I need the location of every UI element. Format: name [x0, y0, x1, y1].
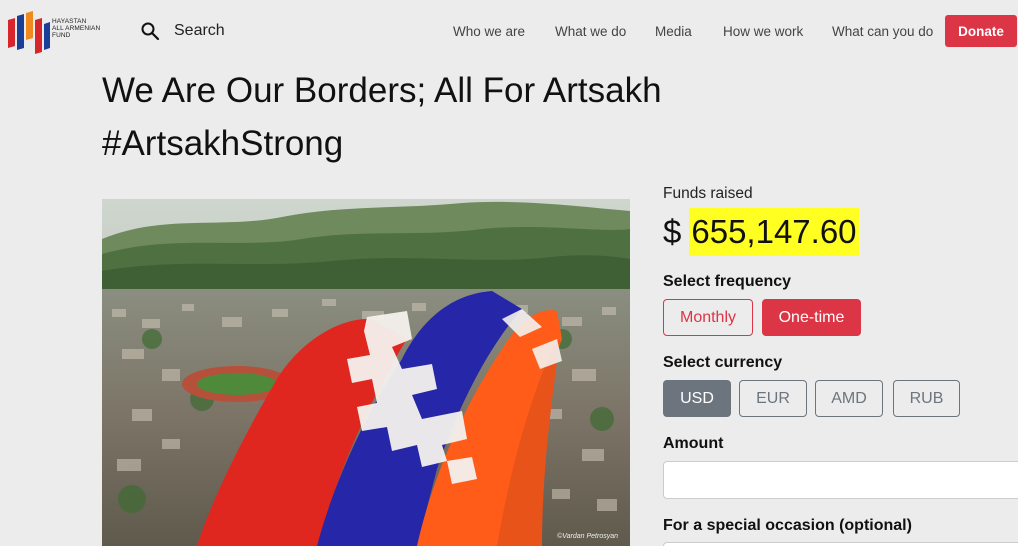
currency-eur-button[interactable]: EUR — [739, 380, 807, 417]
currency-usd-button[interactable]: USD — [663, 380, 731, 417]
nav-what-can-you-do[interactable]: What can you do — [832, 24, 933, 39]
currency-rub-button[interactable]: RUB — [893, 380, 960, 417]
logo-text-line: ALL ARMENIAN — [52, 25, 101, 32]
hayastan-fund-logo[interactable]: HAYASTAN ALL ARMENIAN FUND — [6, 8, 116, 54]
currency-label: Select currency — [663, 354, 783, 371]
special-occasion-field[interactable] — [663, 542, 1018, 546]
search-label: Search — [174, 22, 225, 39]
currency-amd-button[interactable]: AMD — [815, 380, 883, 417]
special-occasion-label: For a special occasion (optional) — [663, 517, 912, 534]
page-title: We Are Our Borders; All For Artsakh #Art… — [102, 64, 702, 170]
funds-raised-row: $ 655,147.60 — [663, 207, 859, 257]
nav-media[interactable]: Media — [655, 24, 692, 39]
donate-button[interactable]: Donate — [945, 15, 1017, 47]
funds-raised-label: Funds raised — [663, 185, 753, 202]
page-title-line: We Are Our Borders; All For Artsakh — [102, 71, 662, 110]
amount-input[interactable] — [663, 461, 1018, 499]
currency-symbol: $ — [663, 213, 682, 250]
nav-who-we-are[interactable]: Who we are — [453, 24, 525, 39]
photo-credit: ©Vardan Petrosyan — [557, 533, 618, 540]
frequency-monthly-button[interactable]: Monthly — [663, 299, 753, 336]
hero-image: ©Vardan Petrosyan — [102, 199, 630, 546]
frequency-one-time-button[interactable]: One-time — [762, 299, 861, 336]
frequency-label: Select frequency — [663, 273, 792, 290]
search-button[interactable]: Search — [140, 19, 225, 43]
amount-label: Amount — [663, 435, 724, 452]
site-header: HAYASTAN ALL ARMENIAN FUND Search Who we… — [0, 0, 1018, 62]
artsakh-flag-over-city-image — [102, 199, 630, 546]
logo-bars-icon — [8, 11, 50, 54]
nav-how-we-work[interactable]: How we work — [723, 24, 803, 39]
logo-text-line: HAYASTAN — [52, 18, 87, 25]
funds-raised-amount: 655,147.60 — [689, 208, 859, 256]
search-icon — [141, 22, 160, 41]
logo-text: HAYASTAN ALL ARMENIAN FUND — [52, 18, 100, 39]
nav-what-we-do[interactable]: What we do — [555, 24, 626, 39]
logo-text-line: FUND — [52, 32, 71, 39]
page-title-hashtag: #ArtsakhStrong — [102, 124, 344, 163]
